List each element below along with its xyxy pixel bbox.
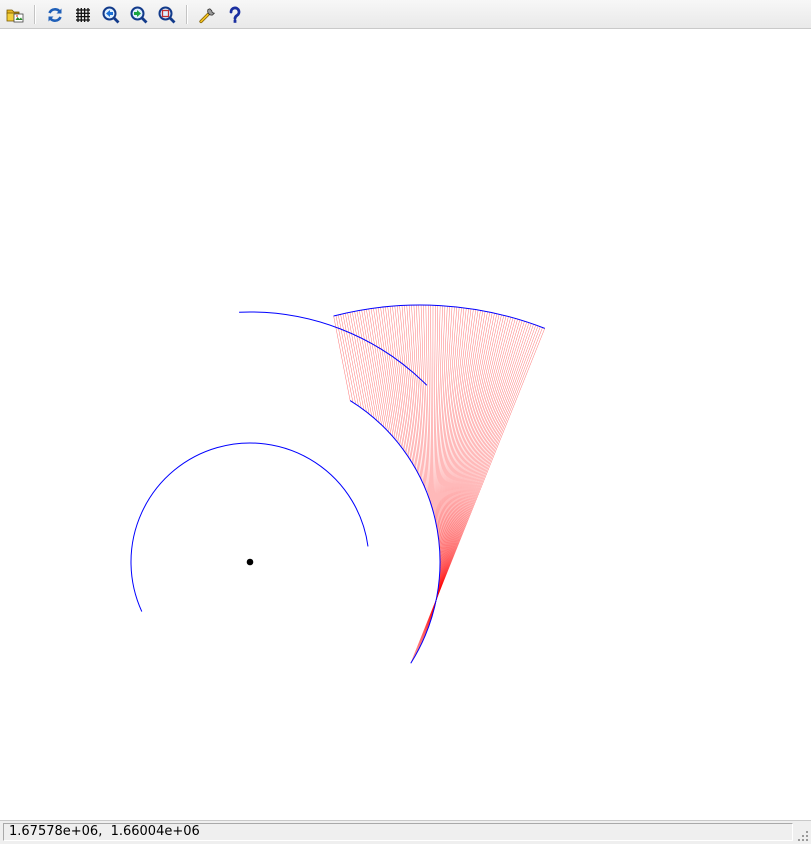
refresh-icon xyxy=(48,8,62,22)
toolbar xyxy=(0,0,811,29)
toolbar-separator xyxy=(34,5,36,24)
zoom-fit-icon xyxy=(158,6,176,24)
ray-line xyxy=(439,310,484,579)
grid-icon xyxy=(76,8,90,22)
open-file-button[interactable] xyxy=(4,4,26,26)
zoom-back-icon xyxy=(102,6,120,24)
ray-line xyxy=(347,312,367,412)
ray-line xyxy=(340,314,359,407)
plot-svg xyxy=(130,304,545,664)
toolbar-separator xyxy=(186,5,188,24)
ray-line xyxy=(408,305,421,479)
ray-line xyxy=(433,315,507,612)
ray-line xyxy=(401,305,417,470)
zoom-back-button[interactable] xyxy=(100,4,122,26)
zoom-fit-button[interactable] xyxy=(156,4,178,26)
refresh-button[interactable] xyxy=(44,4,66,26)
status-bar: 1.67578e+06, 1.66004e+06 xyxy=(0,820,811,844)
help-icon xyxy=(229,6,241,23)
ray-line xyxy=(430,305,432,507)
zoom-forward-icon xyxy=(130,6,148,24)
arc-top xyxy=(239,311,428,386)
resize-grip-icon[interactable] xyxy=(797,830,809,842)
arc-inner xyxy=(130,442,369,612)
zoom-forward-button[interactable] xyxy=(128,4,150,26)
ray-line xyxy=(416,305,426,488)
ray-line xyxy=(427,305,431,504)
plot-canvas[interactable] xyxy=(0,30,811,820)
coordinate-readout: 1.67578e+06, 1.66004e+06 xyxy=(3,823,793,841)
ray-fan xyxy=(333,304,545,664)
ray-line xyxy=(342,313,362,408)
ray-line xyxy=(396,305,413,464)
help-button[interactable] xyxy=(224,4,246,26)
plot-window: 1.67578e+06, 1.66004e+06 xyxy=(0,0,811,844)
grid-button[interactable] xyxy=(72,4,94,26)
folder-open-icon xyxy=(6,9,24,23)
ray-line xyxy=(399,305,415,467)
settings-button[interactable] xyxy=(196,4,218,26)
ray-line xyxy=(436,306,448,530)
ray-line xyxy=(344,313,365,410)
ray-line xyxy=(333,315,351,401)
center-point xyxy=(246,558,254,566)
wrench-icon xyxy=(199,8,216,24)
